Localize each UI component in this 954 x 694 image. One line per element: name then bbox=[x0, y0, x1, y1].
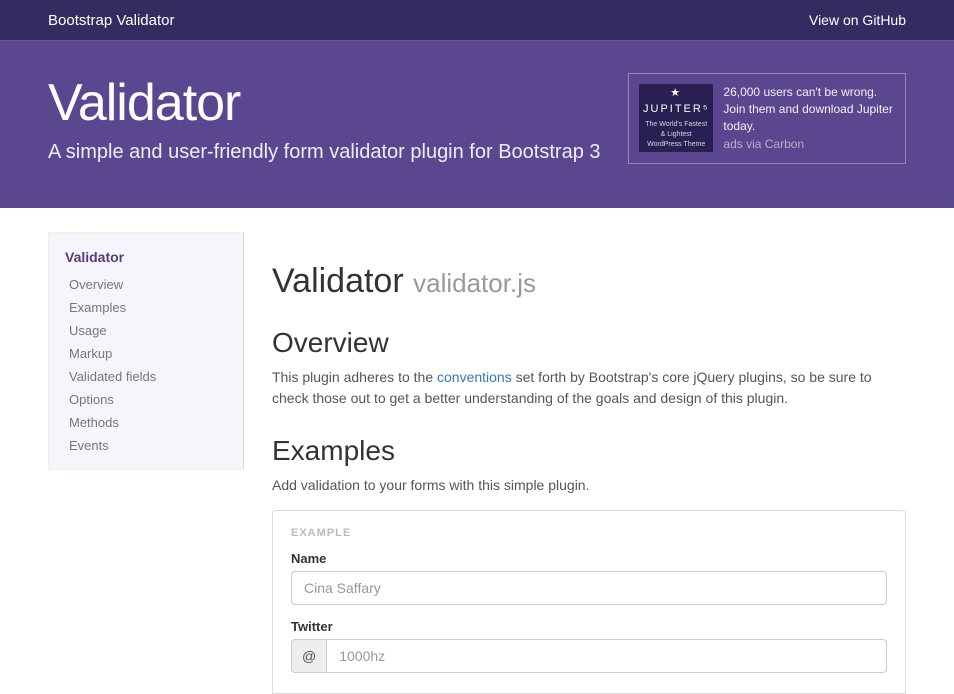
ad-brand: ★ JUPITER⁵ bbox=[643, 86, 709, 117]
sidenav-item-examples[interactable]: Examples bbox=[49, 296, 243, 319]
twitter-label: Twitter bbox=[291, 619, 887, 634]
ad-image: ★ JUPITER⁵ The World's Fastest & Lightes… bbox=[639, 84, 713, 152]
sidenav-item-markup[interactable]: Markup bbox=[49, 342, 243, 365]
ad-tagline: The World's Fastest & Lightest WordPress… bbox=[643, 120, 709, 149]
example-box: EXAMPLE Name Twitter @ bbox=[272, 510, 906, 694]
brand-link[interactable]: Bootstrap Validator bbox=[48, 12, 174, 29]
hero-title: Validator bbox=[48, 73, 601, 133]
twitter-addon: @ bbox=[291, 639, 326, 673]
sidenav-item-methods[interactable]: Methods bbox=[49, 411, 243, 434]
ad-box[interactable]: ★ JUPITER⁵ The World's Fastest & Lightes… bbox=[628, 73, 906, 164]
page-title: Validator validator.js bbox=[272, 262, 906, 301]
overview-text: This plugin adheres to the conventions s… bbox=[272, 367, 906, 409]
github-link[interactable]: View on GitHub bbox=[809, 12, 906, 28]
name-label: Name bbox=[291, 551, 887, 566]
sidenav-item-events[interactable]: Events bbox=[49, 434, 243, 457]
sidenav: Validator Overview Examples Usage Markup… bbox=[48, 232, 244, 470]
example-label: EXAMPLE bbox=[291, 527, 887, 539]
sidenav-title[interactable]: Validator bbox=[49, 245, 243, 273]
overview-heading: Overview bbox=[272, 327, 906, 359]
sidenav-item-overview[interactable]: Overview bbox=[49, 273, 243, 296]
examples-heading: Examples bbox=[272, 435, 906, 467]
ad-text: 26,000 users can't be wrong. Join them a… bbox=[723, 85, 892, 133]
twitter-input[interactable] bbox=[326, 639, 887, 673]
sidenav-item-validated-fields[interactable]: Validated fields bbox=[49, 365, 243, 388]
page-title-main: Validator bbox=[272, 262, 404, 300]
sidenav-item-usage[interactable]: Usage bbox=[49, 319, 243, 342]
examples-text: Add validation to your forms with this s… bbox=[272, 475, 906, 496]
overview-text-1: This plugin adheres to the bbox=[272, 369, 437, 385]
hero-subtitle: A simple and user-friendly form validato… bbox=[48, 141, 601, 164]
sidenav-item-options[interactable]: Options bbox=[49, 388, 243, 411]
page-title-sub: validator.js bbox=[413, 268, 536, 298]
ad-via: ads via Carbon bbox=[723, 136, 895, 153]
hero: Validator A simple and user-friendly for… bbox=[0, 40, 954, 208]
name-input[interactable] bbox=[291, 571, 887, 605]
conventions-link[interactable]: conventions bbox=[437, 369, 512, 385]
